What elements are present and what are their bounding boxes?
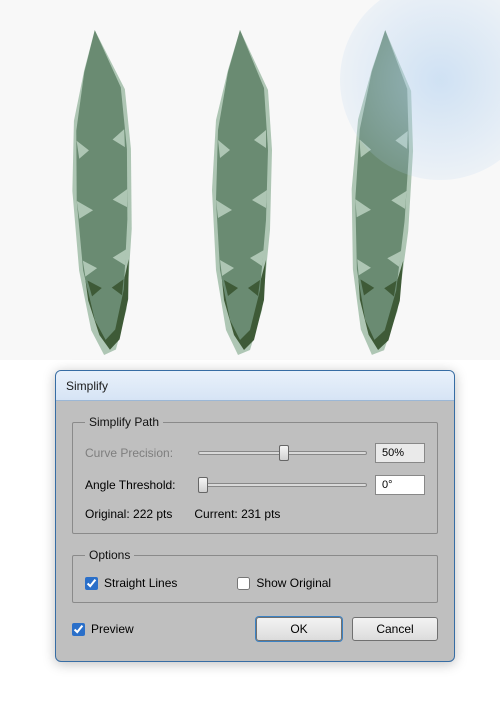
curve-precision-label: Curve Precision: [85, 446, 190, 460]
options-legend: Options [85, 548, 134, 562]
curve-precision-value: 50% [375, 443, 425, 463]
simplify-dialog: Simplify Simplify Path Curve Precision: … [55, 370, 455, 662]
ok-button[interactable]: OK [256, 617, 342, 641]
dialog-body: Simplify Path Curve Precision: 50% Angle… [56, 401, 454, 661]
original-points: Original: 222 pts [85, 507, 172, 521]
simplify-path-group: Simplify Path Curve Precision: 50% Angle… [72, 415, 438, 534]
show-original-checkbox[interactable]: Show Original [237, 576, 331, 590]
show-original-label: Show Original [256, 576, 331, 590]
cancel-button[interactable]: Cancel [352, 617, 438, 641]
leaves-illustration [0, 0, 500, 360]
dialog-title: Simplify [66, 379, 108, 393]
straight-lines-checkbox[interactable]: Straight Lines [85, 576, 177, 590]
show-original-input[interactable] [237, 577, 250, 590]
curve-precision-slider [198, 444, 367, 462]
artboard-canvas [0, 0, 500, 360]
straight-lines-label: Straight Lines [104, 576, 177, 590]
current-points: Current: 231 pts [194, 507, 280, 521]
simplify-path-legend: Simplify Path [85, 415, 163, 429]
preview-label: Preview [91, 622, 134, 636]
angle-threshold-slider[interactable] [198, 476, 367, 494]
dialog-titlebar[interactable]: Simplify [56, 371, 454, 401]
preview-input[interactable] [72, 623, 85, 636]
preview-checkbox[interactable]: Preview [72, 622, 134, 636]
angle-threshold-label: Angle Threshold: [85, 478, 190, 492]
angle-threshold-value[interactable]: 0° [375, 475, 425, 495]
straight-lines-input[interactable] [85, 577, 98, 590]
options-group: Options Straight Lines Show Original [72, 548, 438, 603]
